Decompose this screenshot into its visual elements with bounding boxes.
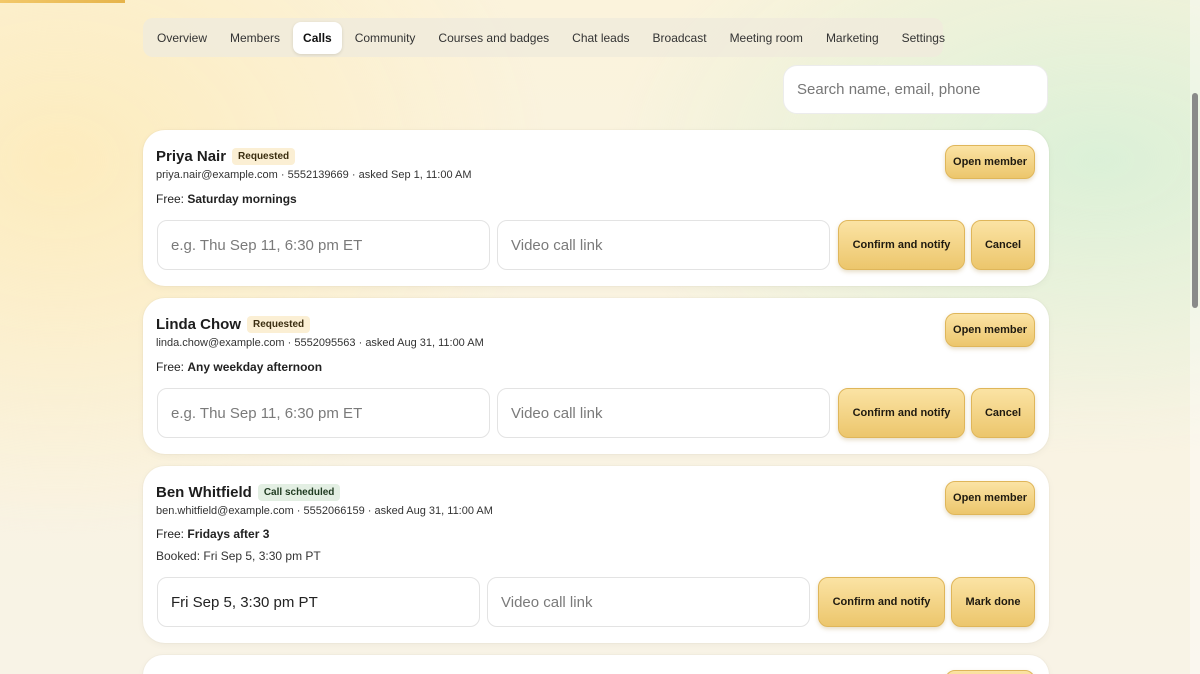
call-card: Ben Whitfield Call scheduled ben.whitfie…	[143, 466, 1049, 643]
asked-time: asked Aug 31, 11:00 AM	[374, 505, 493, 517]
status-badge: Requested	[232, 148, 296, 165]
availability: Free: Fridays after 3	[156, 527, 269, 541]
tab-settings[interactable]: Settings	[892, 22, 955, 54]
cancel-button[interactable]: Cancel	[971, 220, 1035, 270]
mark-done-button[interactable]: Mark done	[951, 577, 1035, 627]
call-card: Priya Nair Requested priya.nair@example.…	[143, 130, 1049, 286]
member-name: Linda Chow	[156, 316, 241, 333]
open-member-button[interactable]: Open member	[945, 481, 1035, 515]
availability: Free: Saturday mornings	[156, 192, 297, 206]
tab-broadcast[interactable]: Broadcast	[643, 22, 717, 54]
confirm-and-notify-button[interactable]: Confirm and notify	[838, 220, 965, 270]
tab-chat-leads[interactable]: Chat leads	[562, 22, 639, 54]
open-member-button[interactable]	[945, 670, 1035, 674]
member-name: Priya Nair	[156, 148, 227, 165]
status-badge: Call scheduled	[257, 484, 341, 501]
member-header: Linda Chow Requested	[156, 316, 311, 333]
availability: Free: Any weekday afternoon	[156, 360, 322, 374]
call-time-input[interactable]	[157, 388, 490, 438]
tab-calls[interactable]: Calls	[293, 21, 342, 54]
status-badge: Requested	[247, 316, 311, 333]
call-card: Linda Chow Requested linda.chow@example.…	[143, 298, 1049, 454]
tab-marketing[interactable]: Marketing	[816, 22, 889, 54]
cancel-button[interactable]: Cancel	[971, 388, 1035, 438]
call-time-input[interactable]	[157, 577, 480, 627]
member-name: Ben Whitfield	[156, 484, 252, 501]
call-card	[143, 655, 1049, 674]
free-value: Any weekday afternoon	[187, 360, 323, 374]
free-label: Free:	[156, 192, 185, 206]
search-input[interactable]	[783, 65, 1048, 114]
member-phone: 5552066159	[303, 505, 365, 517]
scrollbar-thumb[interactable]	[1192, 93, 1198, 308]
member-contact: priya.nair@example.com · 5552139669 · as…	[156, 169, 472, 181]
call-time-input[interactable]	[157, 220, 490, 270]
top-accent-bar	[0, 0, 125, 3]
open-member-button[interactable]: Open member	[945, 313, 1035, 347]
booked-time: Booked: Fri Sep 5, 3:30 pm PT	[156, 549, 321, 563]
section-tabs: Overview Members Calls Community Courses…	[143, 18, 945, 57]
tab-meeting-room[interactable]: Meeting room	[720, 22, 813, 54]
member-email: ben.whitfield@example.com	[156, 505, 294, 517]
asked-time: asked Sep 1, 11:00 AM	[358, 169, 472, 181]
member-phone: 5552095563	[294, 337, 356, 349]
free-value: Fridays after 3	[187, 527, 270, 541]
free-label: Free:	[156, 527, 185, 541]
video-link-input[interactable]	[487, 577, 810, 627]
confirm-and-notify-button[interactable]: Confirm and notify	[818, 577, 945, 627]
tab-community[interactable]: Community	[345, 22, 426, 54]
member-header: Ben Whitfield Call scheduled	[156, 484, 341, 501]
asked-time: asked Aug 31, 11:00 AM	[365, 337, 484, 349]
open-member-button[interactable]: Open member	[945, 145, 1035, 179]
video-link-input[interactable]	[497, 220, 830, 270]
tab-overview[interactable]: Overview	[147, 22, 217, 54]
video-link-input[interactable]	[497, 388, 830, 438]
free-label: Free:	[156, 360, 185, 374]
member-phone: 5552139669	[287, 169, 349, 181]
tab-members[interactable]: Members	[220, 22, 290, 54]
free-value: Saturday mornings	[187, 192, 297, 206]
member-header: Priya Nair Requested	[156, 148, 296, 165]
tab-courses-and-badges[interactable]: Courses and badges	[428, 22, 559, 54]
member-email: linda.chow@example.com	[156, 337, 285, 349]
confirm-and-notify-button[interactable]: Confirm and notify	[838, 388, 965, 438]
member-email: priya.nair@example.com	[156, 169, 278, 181]
member-contact: linda.chow@example.com · 5552095563 · as…	[156, 337, 484, 349]
member-contact: ben.whitfield@example.com · 5552066159 ·…	[156, 505, 493, 517]
